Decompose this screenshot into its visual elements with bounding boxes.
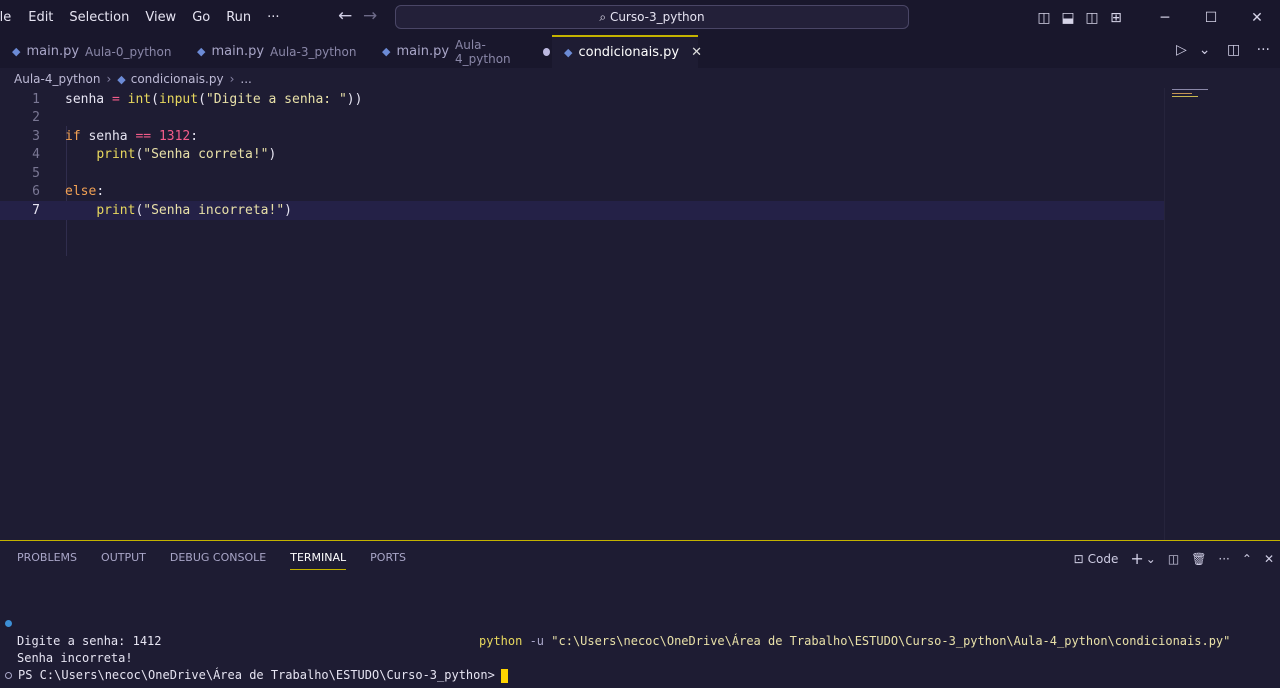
menu-run[interactable]: Run (218, 10, 259, 25)
line-number: 5 (32, 166, 40, 181)
terminal-row: Senha incorreta! (17, 651, 133, 665)
terminal-prompt: PS C:\Users\necoc\OneDrive\Área de Traba… (18, 668, 495, 682)
breadcrumb-folder[interactable]: Aula-4_python (14, 72, 100, 86)
code-text: else: (65, 184, 105, 199)
toggle-secondary-sidebar-icon[interactable]: ◫ (1080, 10, 1104, 26)
python-icon: ◆ (197, 45, 206, 58)
forward-arrow-icon[interactable]: → (363, 6, 388, 26)
close-tab-icon[interactable]: ✕ (691, 45, 702, 60)
minimap[interactable] (1172, 88, 1232, 108)
menu-view[interactable]: View (137, 10, 184, 25)
code-text: senha = int(input("Digite a senha: ")) (65, 92, 363, 107)
terminal-row: Digite a senha: 1412 (17, 634, 162, 648)
menu-more[interactable]: ··· (259, 10, 287, 25)
tab-main-aula0[interactable]: ◆ main.py Aula-0_python (0, 35, 184, 68)
code-editor[interactable]: 1 senha = int(input("Digite a senha: "))… (0, 88, 1280, 540)
tab-main-aula4[interactable]: ◆ main.py Aula-4_python (370, 35, 550, 68)
maximize-icon[interactable]: ☐ (1188, 10, 1234, 26)
search-icon: ⌕ (599, 10, 607, 24)
code-text: print("Senha incorreta!") (96, 203, 292, 218)
terminal-cursor (500, 668, 508, 683)
toggle-sidebar-icon[interactable]: ◫ (1032, 10, 1056, 26)
breadcrumb-file[interactable]: condicionais.py (131, 72, 224, 86)
code-line[interactable]: 5 (0, 164, 1170, 183)
tab-folder: Aula-0_python (85, 44, 172, 59)
close-window-icon[interactable]: ✕ (1234, 10, 1280, 26)
trash-icon[interactable]: 🗑 (1191, 552, 1206, 566)
menu-selection[interactable]: Selection (61, 10, 137, 25)
code-line-current[interactable]: 7 print("Senha incorreta!") (0, 201, 1164, 220)
code-line[interactable]: 6 else: (0, 182, 1170, 201)
terminal-row: python -u "c:\Users\necoc\OneDrive\Área … (0, 616, 1280, 648)
chevron-down-icon[interactable]: ⌄ (1199, 42, 1211, 58)
tab-debug-console[interactable]: DEBUG CONSOLE (170, 551, 266, 570)
tab-folder: Aula-3_python (270, 44, 357, 59)
minimize-icon[interactable]: ─ (1142, 10, 1188, 26)
bottom-panel: PROBLEMS OUTPUT DEBUG CONSOLE TERMINAL P… (0, 540, 1280, 688)
line-number: 7 (32, 203, 40, 218)
line-number: 2 (32, 110, 40, 125)
nav-arrows: ← → (338, 6, 388, 26)
chevron-down-icon[interactable]: ⌄ (1146, 552, 1156, 566)
breadcrumb: Aula-4_python › ◆ condicionais.py › ... (14, 70, 252, 88)
python-icon: ◆ (564, 46, 573, 59)
tab-file: main.py (26, 44, 80, 59)
tab-file: condicionais.py (578, 45, 680, 60)
terminal-label[interactable]: Code (1088, 552, 1119, 566)
menu-edit[interactable]: Edit (20, 10, 61, 25)
window-controls: ◫ ⬓ ◫ ⊞ ─ ☐ ✕ (1032, 0, 1280, 35)
more-actions-icon[interactable]: ··· (1218, 552, 1229, 566)
new-terminal-icon[interactable]: + (1130, 549, 1143, 568)
unsaved-dot-icon[interactable] (542, 47, 550, 56)
chevron-right-icon: › (106, 72, 112, 86)
menu-bar: ile Edit Selection View Go Run ··· (0, 0, 288, 35)
command-decoration-icon[interactable] (5, 672, 12, 679)
editor-tabs: ◆ main.py Aula-0_python ◆ main.py Aula-3… (0, 35, 1280, 68)
back-arrow-icon[interactable]: ← (338, 6, 363, 26)
customize-layout-icon[interactable]: ⊞ (1104, 10, 1128, 26)
panel-actions: ⊡ Code + ⌄ ◫ 🗑 ··· ⌃ ✕ (1062, 549, 1274, 568)
tab-problems[interactable]: PROBLEMS (17, 551, 77, 570)
code-line[interactable]: 1 senha = int(input("Digite a senha: ")) (0, 90, 1170, 109)
terminal-output[interactable]: python -u "c:\Users\necoc\OneDrive\Área … (0, 616, 1280, 684)
command-center-label: Curso-3_python (609, 10, 705, 24)
more-actions-icon[interactable]: ··· (1257, 42, 1270, 58)
line-number: 3 (32, 129, 40, 144)
tab-main-aula3[interactable]: ◆ main.py Aula-3_python (185, 35, 369, 68)
tab-file: main.py (396, 44, 450, 59)
line-number: 6 (32, 184, 40, 199)
code-line[interactable]: 2 (0, 108, 1170, 127)
python-icon: ◆ (382, 45, 391, 58)
command-center[interactable]: ⌕ Curso-3_python (395, 5, 909, 29)
tab-terminal[interactable]: TERMINAL (290, 551, 347, 570)
close-panel-icon[interactable]: ✕ (1264, 552, 1274, 566)
menu-go[interactable]: Go (184, 10, 218, 25)
code-text: print("Senha correta!") (96, 147, 277, 162)
tab-folder: Aula-4_python (455, 37, 511, 66)
title-bar: ile Edit Selection View Go Run ··· ←→ ⌕ … (0, 0, 1280, 35)
split-editor-icon[interactable]: ◫ (1227, 42, 1240, 58)
chevron-right-icon: › (229, 72, 235, 86)
code-line[interactable]: 3 if senha == 1312: (0, 127, 1170, 146)
toggle-panel-icon[interactable]: ⬓ (1056, 10, 1080, 26)
split-terminal-icon[interactable]: ◫ (1168, 552, 1179, 566)
code-text: if senha == 1312: (65, 129, 199, 144)
python-icon: ◆ (117, 72, 126, 86)
python-icon: ◆ (12, 45, 21, 58)
tab-actions: ▷ ⌄ ◫ ··· (1164, 42, 1270, 58)
code-line[interactable]: 4 print("Senha correta!") (0, 145, 1170, 164)
tab-ports[interactable]: PORTS (370, 551, 406, 570)
maximize-panel-icon[interactable]: ⌃ (1242, 552, 1252, 566)
menu-file[interactable]: ile (0, 10, 20, 25)
terminal-icon: ⊡ (1073, 551, 1084, 566)
line-number: 4 (32, 147, 40, 162)
tab-file: main.py (211, 44, 265, 59)
tab-condicionais[interactable]: ◆ condicionais.py ✕ (552, 35, 702, 68)
breadcrumb-more[interactable]: ... (240, 72, 251, 86)
tab-output[interactable]: OUTPUT (101, 551, 146, 570)
panel-tabs: PROBLEMS OUTPUT DEBUG CONSOLE TERMINAL P… (17, 551, 430, 570)
run-icon[interactable]: ▷ (1176, 42, 1187, 58)
terminal-prompt-row: PS C:\Users\necoc\OneDrive\Área de Traba… (0, 667, 1280, 684)
line-number: 1 (32, 92, 40, 107)
